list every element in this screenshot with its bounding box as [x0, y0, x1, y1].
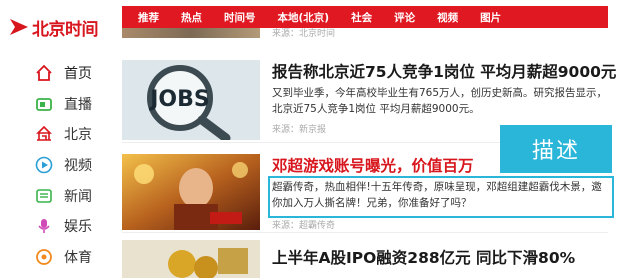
tab-comment[interactable]: 评论	[394, 10, 415, 25]
home-icon	[34, 63, 54, 83]
article-source: 来源：北京时间	[272, 29, 336, 39]
sidebar-item-label: 首页	[64, 66, 92, 83]
tab-timehao[interactable]: 时间号	[224, 10, 256, 25]
description-callout: 描述	[500, 125, 612, 173]
description-highlight-box	[268, 176, 614, 218]
sidebar-item-label: 娱乐	[64, 219, 92, 236]
ball-icon	[34, 247, 54, 267]
tab-video[interactable]: 视频	[437, 10, 458, 25]
sidebar: 首页 直播 北京 视频 新闻 娱乐 体育	[34, 58, 114, 272]
article-title[interactable]: 上半年A股IPO融资288亿元 同比下滑80%	[272, 246, 575, 268]
sidebar-item-sports[interactable]: 体育	[34, 242, 114, 273]
sidebar-item-label: 体育	[64, 249, 92, 266]
news-icon	[34, 186, 54, 206]
sidebar-item-beijing[interactable]: 北京	[34, 119, 114, 150]
live-tv-icon	[34, 94, 54, 114]
svg-text:JOBS: JOBS	[148, 87, 210, 112]
channel-bar: 推荐 热点 时间号 本地(北京) 社会 评论 视频 图片	[122, 6, 608, 28]
sidebar-item-home[interactable]: 首页	[34, 58, 114, 89]
sidebar-item-live[interactable]: 直播	[34, 89, 114, 120]
jobs-magnifier-image[interactable]: JOBS	[122, 60, 260, 140]
beijing-temple-icon	[34, 124, 54, 144]
video-play-icon	[34, 155, 54, 175]
article-source: 来源：新京报	[272, 125, 327, 135]
microphone-icon	[34, 216, 54, 236]
divider	[122, 232, 608, 233]
previous-article-thumbnail[interactable]	[122, 28, 260, 38]
article-description: 又到毕业季，今年高校毕业生有765万人，创历史新高。研究报告显示，北京近75人竞…	[272, 87, 608, 115]
tab-recommend[interactable]: 推荐	[138, 10, 159, 25]
game-promo-image[interactable]	[122, 154, 260, 230]
app-logo[interactable]: 北京时间	[8, 14, 100, 40]
sidebar-item-label: 直播	[64, 96, 92, 113]
sidebar-item-label: 新闻	[64, 188, 92, 205]
article-title[interactable]: 邓超游戏账号曝光，价值百万	[272, 154, 474, 176]
tab-local[interactable]: 本地(北京)	[278, 10, 330, 25]
logo-text: 北京时间	[32, 19, 99, 40]
article-title[interactable]: 报告称北京近75人竞争1岗位 平均月薪超9000元	[272, 60, 616, 82]
article-card[interactable]: 上半年A股IPO融资288亿元 同比下滑80%	[122, 238, 608, 278]
sidebar-item-label: 北京	[64, 127, 92, 144]
tab-society[interactable]: 社会	[351, 10, 372, 25]
article-source: 来源：超霸传奇	[272, 221, 336, 231]
sidebar-item-entertainment[interactable]: 娱乐	[34, 211, 114, 242]
sidebar-item-news[interactable]: 新闻	[34, 180, 114, 211]
sidebar-item-label: 视频	[64, 158, 92, 175]
article-thumbnail[interactable]	[122, 240, 260, 278]
logo-arrow-icon	[10, 19, 28, 35]
tab-hot[interactable]: 热点	[181, 10, 202, 25]
tab-pictures[interactable]: 图片	[480, 10, 501, 25]
sidebar-item-video[interactable]: 视频	[34, 150, 114, 181]
